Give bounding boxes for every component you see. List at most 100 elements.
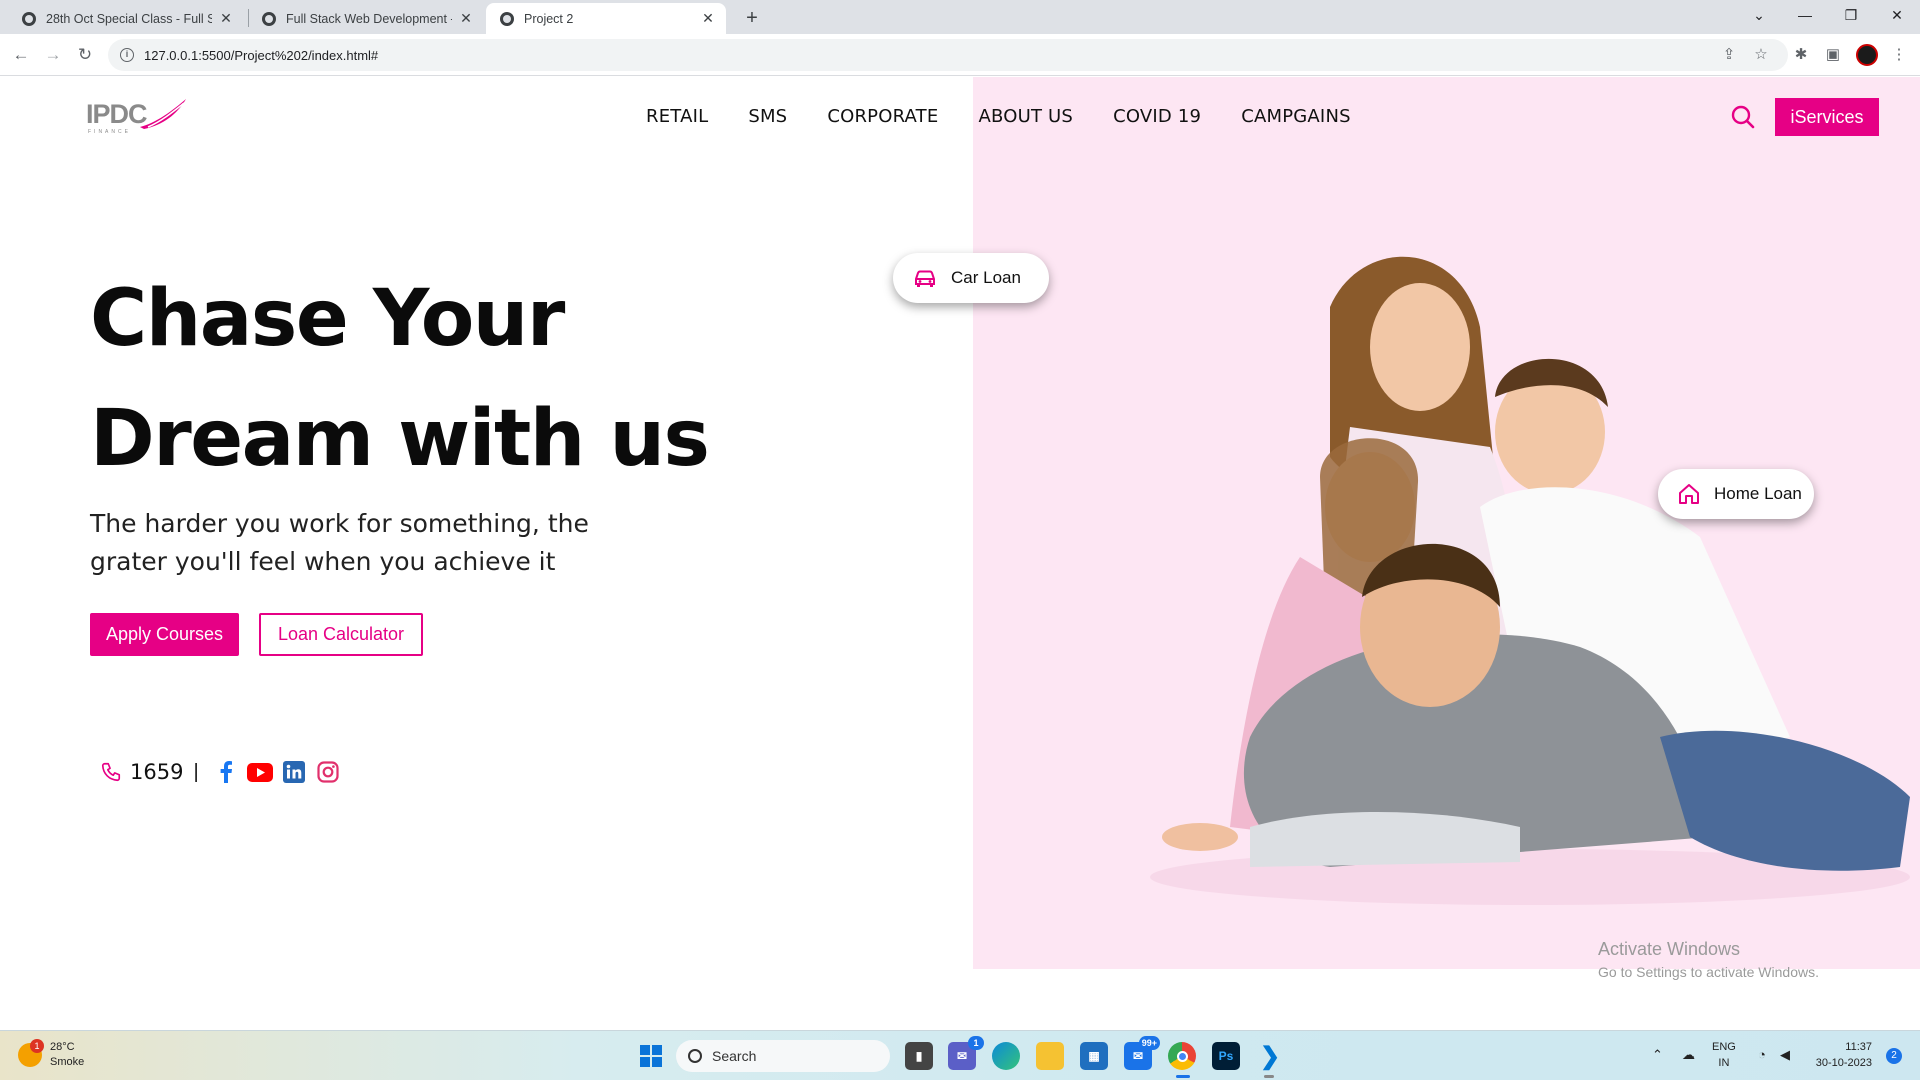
notification-badge[interactable]: 2 <box>1886 1048 1902 1064</box>
profile-avatar[interactable] <box>1856 44 1878 66</box>
youtube-icon[interactable] <box>246 759 273 785</box>
menu-kebab-icon[interactable]: ⋮ <box>1888 44 1910 66</box>
globe-icon <box>500 11 514 26</box>
search-icon <box>688 1049 702 1063</box>
main-nav: RETAIL SMS CORPORATE ABOUT US COVID 19 C… <box>646 106 1391 127</box>
browser-tab-bar: 28th Oct Special Class - Full Stac ✕ Ful… <box>0 0 1920 34</box>
linkedin-icon[interactable] <box>281 759 307 785</box>
weather-desc: Smoke <box>50 1056 85 1068</box>
language-indicator[interactable]: ENG IN <box>1712 1039 1736 1071</box>
photoshop-icon[interactable]: Ps <box>1212 1042 1240 1070</box>
loan-calculator-button[interactable]: Loan Calculator <box>259 613 423 656</box>
ipdc-logo[interactable]: IPDC FINANCE <box>86 99 186 135</box>
facebook-icon[interactable] <box>213 759 239 785</box>
tab-project-2[interactable]: Project 2 ✕ <box>486 3 726 34</box>
wordpress-icon <box>22 11 36 26</box>
language-top: ENG <box>1712 1041 1736 1053</box>
wifi-icon[interactable]: ◔ <box>1758 1047 1766 1062</box>
microsoft-store-icon[interactable]: ▦ <box>1080 1042 1108 1070</box>
windows-start-icon[interactable] <box>640 1045 662 1067</box>
iservices-button[interactable]: iServices <box>1775 98 1879 136</box>
language-bottom: IN <box>1718 1057 1730 1069</box>
url-text: 127.0.0.1:5500/Project%202/index.html# <box>144 47 379 63</box>
new-tab-button[interactable]: + <box>738 4 766 32</box>
hero-title-line-1: Chase Your <box>90 274 565 364</box>
family-photo <box>1150 256 1910 905</box>
teams-chat-icon[interactable]: ✉ 1 <box>948 1036 984 1070</box>
hero-subtitle: The harder you work for something, the g… <box>90 509 589 576</box>
home-icon <box>1679 484 1699 504</box>
activate-windows-watermark: Activate Windows Go to Settings to activ… <box>1598 939 1819 980</box>
nav-about-us[interactable]: ABOUT US <box>978 106 1073 127</box>
chrome-active-indicator <box>1176 1075 1190 1078</box>
taskbar-search-placeholder: Search <box>712 1048 757 1064</box>
taskbar-search[interactable]: Search <box>676 1040 890 1072</box>
extensions-icon[interactable]: ✱ <box>1790 44 1812 66</box>
hero-title-line-2: Dream with us <box>90 394 710 484</box>
nav-campgains[interactable]: CAMPGAINS <box>1241 106 1351 127</box>
bookmark-star-icon[interactable]: ☆ <box>1750 44 1772 66</box>
weather-temp: 28°C <box>50 1041 75 1053</box>
activate-title: Activate Windows <box>1598 939 1741 959</box>
tab-title: 28th Oct Special Class - Full Stac <box>46 11 212 26</box>
tab-title: Project 2 <box>524 11 574 26</box>
instagram-icon[interactable] <box>315 759 341 785</box>
clock-time: 11:37 <box>1845 1041 1872 1053</box>
car-loan-pill[interactable]: Car Loan <box>893 253 1049 303</box>
search-icon[interactable] <box>1730 104 1756 130</box>
tab-search-icon[interactable]: ⌄ <box>1736 0 1782 30</box>
file-explorer-icon[interactable] <box>1036 1042 1064 1070</box>
weather-widget[interactable]: 1 28°C Smoke <box>18 1039 85 1070</box>
nav-corporate[interactable]: CORPORATE <box>827 106 938 127</box>
tab-title: Full Stack Web Development - C <box>286 11 452 26</box>
vscode-running-indicator <box>1264 1075 1274 1078</box>
activate-subtitle: Go to Settings to activate Windows. <box>1598 964 1819 980</box>
clock-date: 30-10-2023 <box>1815 1057 1872 1069</box>
windows-taskbar: 1 28°C Smoke Search ▮ ✉ 1 ▦ ✉ 99+ Ps ❯ ⌃ ☁… <box>0 1030 1920 1080</box>
teams-badge: 1 <box>968 1036 984 1050</box>
vscode-icon[interactable]: ❯ <box>1256 1042 1284 1070</box>
phone-icon <box>101 762 121 782</box>
browser-toolbar: ← → ↻ i 127.0.0.1:5500/Project%202/index… <box>0 34 1920 76</box>
contact-separator: | <box>193 760 199 783</box>
web-page: IPDC FINANCE RETAIL SMS CORPORATE ABOUT … <box>0 77 1920 1030</box>
side-panel-icon[interactable]: ▣ <box>1822 44 1844 66</box>
apply-courses-button[interactable]: Apply Courses <box>90 613 239 656</box>
close-icon[interactable]: ✕ <box>700 10 716 27</box>
task-view-icon[interactable]: ▮ <box>905 1042 933 1070</box>
weather-icon: 1 <box>18 1039 44 1067</box>
share-icon[interactable]: ⇪ <box>1718 44 1740 66</box>
mail-badge: 99+ <box>1138 1036 1160 1050</box>
volume-icon[interactable]: ◀ <box>1780 1047 1790 1063</box>
logo-swoosh-icon <box>140 99 186 129</box>
edge-icon[interactable] <box>992 1042 1020 1070</box>
close-window-button[interactable]: ✕ <box>1874 0 1920 30</box>
logo-subtext: FINANCE <box>88 129 131 135</box>
home-loan-label: Home Loan <box>1714 484 1802 503</box>
mail-icon[interactable]: ✉ 99+ <box>1124 1036 1160 1070</box>
chevron-up-icon[interactable]: ⌃ <box>1652 1047 1663 1063</box>
restore-button[interactable]: ❐ <box>1828 0 1874 30</box>
clock[interactable]: 11:37 30-10-2023 <box>1808 1039 1872 1071</box>
car-icon <box>915 270 935 287</box>
tab-special-class[interactable]: 28th Oct Special Class - Full Stac ✕ <box>8 3 244 34</box>
nav-covid-19[interactable]: COVID 19 <box>1113 106 1201 127</box>
close-icon[interactable]: ✕ <box>458 10 474 27</box>
hotline-number[interactable]: 1659 <box>130 760 183 784</box>
address-bar[interactable]: i 127.0.0.1:5500/Project%202/index.html# <box>108 39 1788 71</box>
forward-icon[interactable]: → <box>40 42 66 68</box>
back-icon[interactable]: ← <box>8 42 34 68</box>
network-cloud-icon[interactable]: ☁ <box>1682 1047 1695 1063</box>
close-icon[interactable]: ✕ <box>218 10 234 27</box>
tab-full-stack[interactable]: Full Stack Web Development - C ✕ <box>248 3 484 34</box>
chrome-icon[interactable] <box>1168 1042 1196 1070</box>
minimize-button[interactable]: — <box>1782 0 1828 30</box>
hero-title: Chase Your Dream with us <box>90 259 850 499</box>
nav-sms[interactable]: SMS <box>748 106 787 127</box>
home-loan-pill[interactable]: Home Loan <box>1658 469 1814 519</box>
car-loan-label: Car Loan <box>951 268 1021 287</box>
weather-badge: 1 <box>30 1039 44 1053</box>
info-icon[interactable]: i <box>120 48 134 62</box>
nav-retail[interactable]: RETAIL <box>646 106 708 127</box>
reload-icon[interactable]: ↻ <box>72 42 98 68</box>
